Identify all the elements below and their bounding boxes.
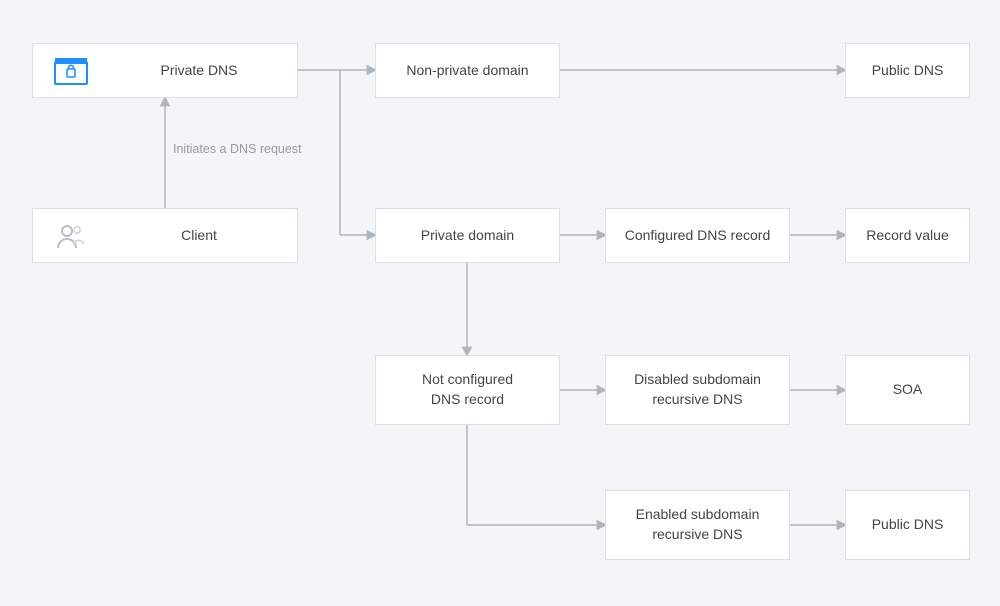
node-label: Client xyxy=(109,226,289,246)
node-label: SOA xyxy=(893,380,923,400)
node-label: Configured DNS record xyxy=(625,226,771,246)
node-configured-record: Configured DNS record xyxy=(605,208,790,263)
node-public-dns-top: Public DNS xyxy=(845,43,970,98)
node-label: Not configured DNS record xyxy=(422,370,513,409)
node-not-configured: Not configured DNS record xyxy=(375,355,560,425)
node-soa: SOA xyxy=(845,355,970,425)
node-disabled-recursive: Disabled subdomain recursive DNS xyxy=(605,355,790,425)
node-record-value: Record value xyxy=(845,208,970,263)
node-label: Record value xyxy=(866,226,949,246)
node-non-private-domain: Non-private domain xyxy=(375,43,560,98)
client-icon xyxy=(51,222,91,250)
node-label: Public DNS xyxy=(872,515,944,535)
edge-label-client-to-privatedns: Initiates a DNS request xyxy=(173,142,302,156)
node-enabled-recursive: Enabled subdomain recursive DNS xyxy=(605,490,790,560)
node-label: Enabled subdomain recursive DNS xyxy=(636,505,760,544)
node-label: Disabled subdomain recursive DNS xyxy=(634,370,761,409)
node-client: Client xyxy=(32,208,298,263)
node-label: Non-private domain xyxy=(406,61,528,81)
node-private-dns: Private DNS xyxy=(32,43,298,98)
node-label: Private DNS xyxy=(109,61,289,81)
node-label: Public DNS xyxy=(872,61,944,81)
node-label: Private domain xyxy=(421,226,514,246)
node-public-dns-bottom: Public DNS xyxy=(845,490,970,560)
private-dns-icon xyxy=(51,57,91,85)
node-private-domain: Private domain xyxy=(375,208,560,263)
